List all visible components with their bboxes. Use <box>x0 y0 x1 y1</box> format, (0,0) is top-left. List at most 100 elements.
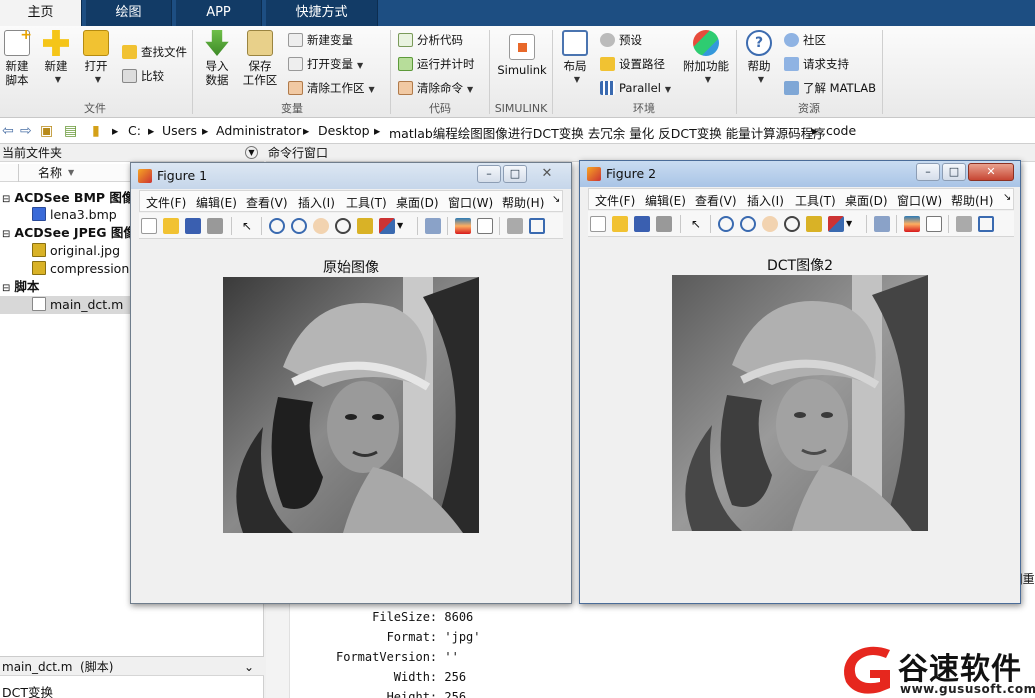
pointer-icon[interactable]: ↖ <box>239 218 255 234</box>
zoom-out-icon[interactable] <box>740 216 756 232</box>
menu-desktop[interactable]: 桌面(D) <box>845 192 888 209</box>
minimize-button[interactable]: – <box>477 165 501 183</box>
layout-button[interactable]: 布局 ▼ <box>558 30 592 87</box>
forward-icon[interactable]: ⇨ <box>20 123 32 139</box>
find-files-button[interactable]: 查找文件 <box>122 42 187 62</box>
close-button[interactable]: ✕ <box>529 165 565 183</box>
new-variable-button[interactable]: 新建变量 <box>288 30 353 50</box>
figure-1-canvas[interactable]: 原始图像 <box>135 241 567 601</box>
open-file-icon[interactable] <box>612 216 628 232</box>
tab-home[interactable]: 主页 <box>0 0 82 27</box>
new-button[interactable]: 新建 ▼ <box>40 30 72 87</box>
new-figure-icon[interactable] <box>141 218 157 234</box>
compare-button[interactable]: 比较 <box>122 66 164 86</box>
tree-group-bmp[interactable]: ⊟ ACDSee BMP 图像 <box>2 189 134 207</box>
breadcrumb-users[interactable]: Users <box>162 123 197 138</box>
figure-2-titlebar[interactable]: Figure 2 – □ ✕ <box>580 161 1020 187</box>
zoom-in-icon[interactable] <box>269 218 285 234</box>
menu-help[interactable]: 帮助(H) <box>502 194 544 211</box>
details-header[interactable]: main_dct.m (脚本) ⌄ <box>0 656 264 676</box>
menu-edit[interactable]: 编辑(E) <box>196 194 237 211</box>
rotate-3d-icon[interactable] <box>335 218 351 234</box>
maximize-button[interactable]: □ <box>942 163 966 181</box>
zoom-out-icon[interactable] <box>291 218 307 234</box>
show-plot-tools-icon[interactable] <box>529 218 545 234</box>
colorbar-icon[interactable] <box>904 216 920 232</box>
new-script-button[interactable]: + 新建 脚本 <box>2 28 32 87</box>
menu-file[interactable]: 文件(F) <box>146 194 186 211</box>
tab-apps[interactable]: APP <box>176 0 262 26</box>
print-icon[interactable] <box>656 216 672 232</box>
learn-matlab-button[interactable]: 了解 MATLAB <box>784 78 876 98</box>
menu-tools[interactable]: 工具(T) <box>795 192 836 209</box>
menu-window[interactable]: 窗口(W) <box>448 194 493 211</box>
tree-group-scripts[interactable]: ⊟ 脚本 <box>2 278 39 296</box>
save-icon[interactable] <box>185 218 201 234</box>
print-icon[interactable] <box>207 218 223 234</box>
maximize-button[interactable]: □ <box>503 165 527 183</box>
pan-hand-icon[interactable] <box>762 216 778 232</box>
save-icon[interactable] <box>634 216 650 232</box>
figure-1-window[interactable]: Figure 1 – □ ✕ 文件(F) 编辑(E) 查看(V) 插入(I) 工… <box>130 162 572 604</box>
tab-shortcuts[interactable]: 快捷方式 <box>266 0 378 26</box>
breadcrumb-desktop[interactable]: Desktop <box>318 123 370 138</box>
browse-folder-icon[interactable]: ▤ <box>64 123 77 139</box>
chevron-down-icon[interactable]: ⌄ <box>244 657 254 677</box>
menu-insert[interactable]: 插入(I) <box>298 194 335 211</box>
legend-icon[interactable] <box>926 216 942 232</box>
clear-workspace-button[interactable]: 清除工作区 ▼ <box>288 78 375 98</box>
menu-window[interactable]: 窗口(W) <box>897 192 942 209</box>
menu-tools[interactable]: 工具(T) <box>346 194 387 211</box>
pointer-icon[interactable]: ↖ <box>688 216 704 232</box>
hide-plot-tools-icon[interactable] <box>956 216 972 232</box>
addons-button[interactable]: 附加功能 ▼ <box>682 30 730 87</box>
breadcrumb-code[interactable]: code <box>826 123 856 138</box>
pan-hand-icon[interactable] <box>313 218 329 234</box>
zoom-in-icon[interactable] <box>718 216 734 232</box>
set-path-button[interactable]: 设置路径 <box>600 54 665 74</box>
column-name[interactable]: 名称 <box>38 164 62 182</box>
brush-icon[interactable] <box>379 218 395 234</box>
open-variable-button[interactable]: 打开变量 ▼ <box>288 54 363 74</box>
menu-help[interactable]: 帮助(H) <box>951 192 993 209</box>
menu-edit[interactable]: 编辑(E) <box>645 192 686 209</box>
analyze-code-button[interactable]: 分析代码 <box>398 30 463 50</box>
file-compression[interactable]: compression... <box>32 260 141 278</box>
colorbar-icon[interactable] <box>455 218 471 234</box>
rotate-3d-icon[interactable] <box>784 216 800 232</box>
figure-2-window[interactable]: Figure 2 – □ ✕ 文件(F) 编辑(E) 查看(V) 插入(I) 工… <box>579 160 1021 604</box>
open-file-icon[interactable] <box>163 218 179 234</box>
run-and-time-button[interactable]: 运行并计时 <box>398 54 475 74</box>
preferences-button[interactable]: 预设 <box>600 30 642 50</box>
data-cursor-icon[interactable] <box>806 216 822 232</box>
file-lena3-bmp[interactable]: lena3.bmp <box>32 206 117 224</box>
parallel-button[interactable]: Parallel ▼ <box>600 78 671 98</box>
open-button[interactable]: 打开 ▼ <box>80 30 112 87</box>
brush-icon[interactable] <box>828 216 844 232</box>
help-button[interactable]: ? 帮助 ▼ <box>742 30 776 87</box>
overflow-arrow-icon[interactable]: ↘ <box>1003 192 1011 203</box>
community-button[interactable]: 社区 <box>784 30 826 50</box>
brush-dropdown-icon[interactable]: ▼ <box>846 216 862 232</box>
panel-menu-icon[interactable]: ▼ <box>245 146 258 159</box>
legend-icon[interactable] <box>477 218 493 234</box>
request-support-button[interactable]: 请求支持 <box>784 54 849 74</box>
file-original-jpg[interactable]: original.jpg <box>32 242 120 260</box>
clear-commands-button[interactable]: 清除命令 ▼ <box>398 78 473 98</box>
import-data-button[interactable]: 导入 数据 <box>200 30 234 87</box>
back-icon[interactable]: ⇦ <box>2 123 14 139</box>
tree-group-jpeg[interactable]: ⊟ ACDSee JPEG 图像 <box>2 224 136 242</box>
new-figure-icon[interactable] <box>590 216 606 232</box>
breadcrumb-administrator[interactable]: Administrator <box>216 123 301 138</box>
menu-view[interactable]: 查看(V) <box>695 192 737 209</box>
overflow-arrow-icon[interactable]: ↘ <box>552 194 560 205</box>
link-plot-icon[interactable] <box>874 216 890 232</box>
minimize-button[interactable]: – <box>916 163 940 181</box>
menu-view[interactable]: 查看(V) <box>246 194 288 211</box>
figure-2-canvas[interactable]: DCT图像2 <box>584 239 1016 601</box>
breadcrumb-drive[interactable]: C: <box>128 123 141 138</box>
figure-1-titlebar[interactable]: Figure 1 – □ ✕ <box>131 163 571 189</box>
menu-desktop[interactable]: 桌面(D) <box>396 194 439 211</box>
menu-file[interactable]: 文件(F) <box>595 192 635 209</box>
show-plot-tools-icon[interactable] <box>978 216 994 232</box>
